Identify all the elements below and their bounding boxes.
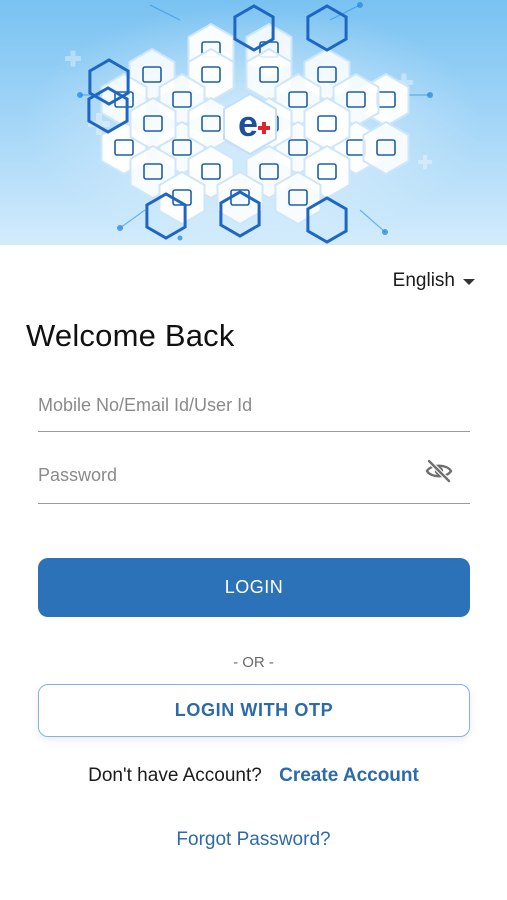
caret-down-icon (463, 279, 475, 285)
header-banner: e (0, 0, 507, 245)
create-account-link[interactable]: Create Account (279, 765, 419, 786)
brand-logo-letter: e (238, 103, 258, 144)
eye-off-icon[interactable] (424, 456, 454, 486)
login-with-otp-button[interactable]: LOGIN WITH OTP (38, 684, 470, 737)
logo-plus-icon (262, 122, 266, 134)
login-button[interactable]: LOGIN (38, 558, 470, 617)
password-field-container (38, 459, 470, 504)
or-separator: - OR - (233, 654, 274, 671)
signup-prompt: Don't have Account? Create Account (0, 765, 507, 787)
user-id-input[interactable] (38, 395, 470, 426)
password-input[interactable] (38, 465, 418, 496)
signup-question: Don't have Account? (88, 765, 262, 786)
healthcare-banner-illustration: e (23, 2, 483, 245)
language-label: English (392, 270, 455, 291)
user-id-field-container (38, 395, 470, 432)
language-selector[interactable]: English (393, 270, 475, 292)
forgot-password-link[interactable]: Forgot Password? (0, 829, 507, 851)
page-title: Welcome Back (26, 318, 235, 353)
